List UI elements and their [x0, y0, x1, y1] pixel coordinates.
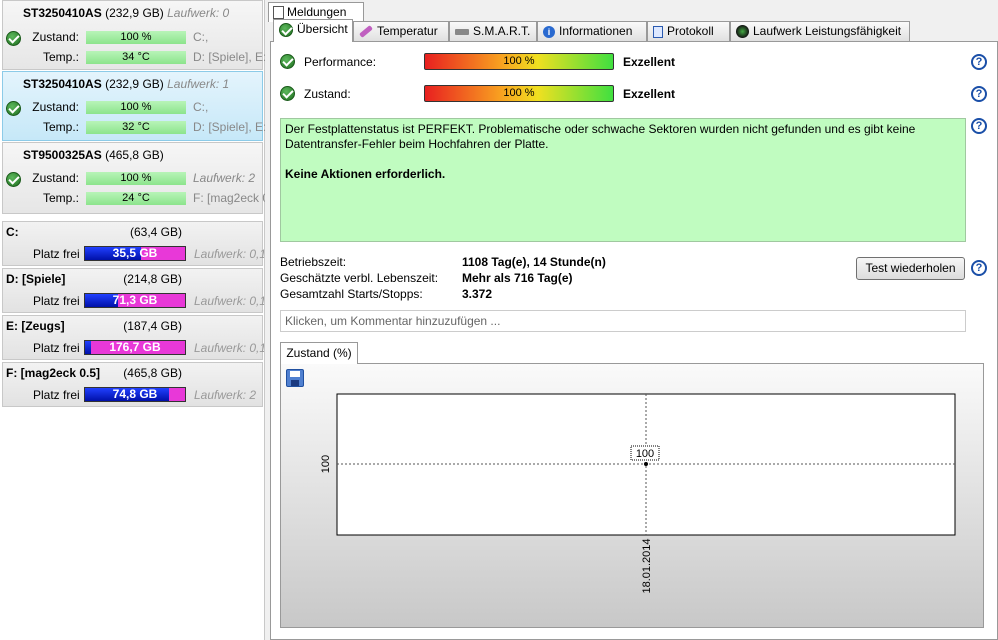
zustand-bar: 100 %	[86, 31, 186, 44]
tab-zustand-chart[interactable]: Zustand (%)	[280, 342, 358, 364]
zustand-label: Zustand:	[32, 171, 79, 185]
temp-label: Temp.:	[42, 191, 79, 205]
status-message-box: Der Festplattenstatus ist PERFEKT. Probl…	[280, 118, 966, 242]
ok-check-icon	[279, 22, 293, 37]
data-label: 100	[636, 448, 654, 460]
partition-name: C:	[6, 225, 19, 239]
zustand-bar: 100 %	[424, 85, 614, 102]
partition-list: C:,	[193, 100, 209, 114]
thermometer-icon	[359, 25, 373, 39]
free-space-bar: 71,3 GB	[84, 293, 186, 308]
tab-uebersicht[interactable]: Übersicht	[273, 19, 353, 42]
partition-list: D: [Spiele], E:	[193, 120, 265, 134]
laufwerk-label: Laufwerk: 2	[193, 171, 256, 185]
comment-input[interactable]: Klicken, um Kommentar hinzuzufügen ...	[280, 310, 966, 332]
partition-name: E: [Zeugs]	[6, 319, 65, 333]
status-action: Keine Aktionen erforderlich.	[285, 167, 446, 181]
betriebszeit-label: Betriebszeit:	[280, 255, 347, 269]
partition-list: F: [mag2eck 0.	[193, 191, 265, 205]
tab-protokoll[interactable]: Protokoll	[647, 21, 730, 41]
free-space-value: 35,5 GB	[112, 246, 158, 260]
partition-item[interactable]: F: [mag2eck 0.5] (465,8 GB) Platz frei 7…	[2, 362, 263, 407]
chip-icon	[455, 28, 469, 35]
free-space-bar: 74,8 GB	[84, 387, 186, 402]
overview-panel: Performance: 100 % Exzellent ? Zustand: …	[270, 41, 998, 640]
partition-laufwerk: Laufwerk: 2	[194, 388, 257, 402]
disk-item[interactable]: ST9500325AS (465,8 GB) Zustand: 100 % La…	[2, 142, 265, 214]
zustand-label: Zustand:	[304, 87, 351, 101]
log-icon	[653, 25, 663, 38]
free-space-value: 71,3 GB	[112, 293, 158, 307]
help-icon[interactable]: ?	[971, 260, 987, 276]
disk-item[interactable]: ST3250410AS (232,9 GB) Laufwerk: 0 Zusta…	[2, 0, 265, 70]
ok-check-icon	[280, 54, 295, 69]
disk-item-selected[interactable]: ST3250410AS (232,9 GB) Laufwerk: 1 Zusta…	[2, 71, 265, 141]
partition-size: (465,8 GB)	[123, 366, 182, 380]
lebenszeit-value: Mehr als 716 Tag(e)	[462, 271, 573, 285]
temp-bar: 34 °C	[86, 51, 186, 64]
partition-item[interactable]: C: (63,4 GB) Platz frei 35,5 GB Laufwerk…	[2, 221, 264, 266]
temp-bar: 24 °C	[86, 192, 186, 205]
performance-rating: Exzellent	[623, 55, 676, 69]
partition-item[interactable]: D: [Spiele] (214,8 GB) Platz frei 71,3 G…	[2, 268, 264, 313]
partition-name: F: [mag2eck 0.5]	[6, 366, 101, 380]
free-label: Platz frei	[33, 247, 80, 261]
partition-list: D: [Spiele], E:	[193, 50, 265, 64]
disk-name-line: ST3250410AS (232,9 GB) Laufwerk: 1	[23, 77, 230, 91]
help-icon[interactable]: ?	[971, 118, 987, 134]
zustand-bar: 100 %	[86, 101, 186, 114]
zustand-chart: 100 18.01.2014 100	[320, 393, 956, 594]
starts-label: Gesamtzahl Starts/Stopps:	[280, 287, 423, 301]
partition-size: (63,4 GB)	[129, 225, 182, 239]
disk-name-line: ST9500325AS (465,8 GB)	[23, 148, 164, 162]
tab-leistung[interactable]: Laufwerk Leistungsfähigkeit	[730, 21, 910, 41]
lebenszeit-label: Geschätzte verbl. Lebenszeit:	[280, 271, 439, 285]
partition-list: C:,	[193, 30, 209, 44]
partition-laufwerk: Laufwerk: 0,1	[194, 247, 264, 261]
partition-laufwerk: Laufwerk: 0,1	[194, 341, 264, 355]
zustand-rating: Exzellent	[623, 87, 676, 101]
partition-size: (214,8 GB)	[123, 272, 182, 286]
status-text: Der Festplattenstatus ist PERFEKT. Probl…	[285, 122, 916, 151]
partition-laufwerk: Laufwerk: 0,1	[194, 294, 264, 308]
temp-label: Temp.:	[42, 120, 79, 134]
disk-list-panel: ST3250410AS (232,9 GB) Laufwerk: 0 Zusta…	[0, 0, 265, 640]
x-tick-label: 18.01.2014	[641, 538, 653, 593]
zustand-label: Zustand:	[32, 100, 79, 114]
free-space-value: 74,8 GB	[112, 387, 158, 401]
document-icon	[273, 6, 284, 20]
speedometer-icon	[736, 25, 749, 39]
retest-button[interactable]: Test wiederholen	[856, 257, 965, 280]
info-icon: i	[543, 25, 555, 38]
partition-item[interactable]: E: [Zeugs] (187,4 GB) Platz frei 176,7 G…	[2, 315, 264, 360]
free-label: Platz frei	[33, 294, 80, 308]
tab-temperatur[interactable]: Temperatur	[353, 21, 449, 41]
partition-size: (187,4 GB)	[123, 319, 182, 333]
data-point	[644, 462, 648, 466]
temp-bar: 32 °C	[86, 121, 186, 134]
help-icon[interactable]: ?	[971, 86, 987, 102]
performance-bar: 100 %	[424, 53, 614, 70]
zustand-label: Zustand:	[32, 30, 79, 44]
free-label: Platz frei	[33, 341, 80, 355]
chart-panel: 100 18.01.2014 100	[280, 363, 984, 628]
zustand-bar: 100 %	[86, 172, 186, 185]
ok-check-icon	[280, 86, 295, 101]
performance-label: Performance:	[304, 55, 377, 69]
partition-name: D: [Spiele]	[6, 272, 66, 286]
disk-name-line: ST3250410AS (232,9 GB) Laufwerk: 0	[23, 6, 230, 20]
betriebszeit-value: 1108 Tag(e), 14 Stunde(n)	[462, 255, 606, 269]
free-label: Platz frei	[33, 388, 80, 402]
y-tick-label: 100	[320, 455, 332, 473]
help-icon[interactable]: ?	[971, 54, 987, 70]
tab-smart[interactable]: S.M.A.R.T.	[449, 21, 537, 41]
tab-informationen[interactable]: i Informationen	[537, 21, 647, 41]
temp-label: Temp.:	[42, 50, 79, 64]
free-space-bar: 176,7 GB	[84, 340, 186, 355]
free-space-value: 176,7 GB	[109, 340, 161, 354]
free-space-bar: 35,5 GB	[84, 246, 186, 261]
starts-value: 3.372	[462, 287, 493, 301]
